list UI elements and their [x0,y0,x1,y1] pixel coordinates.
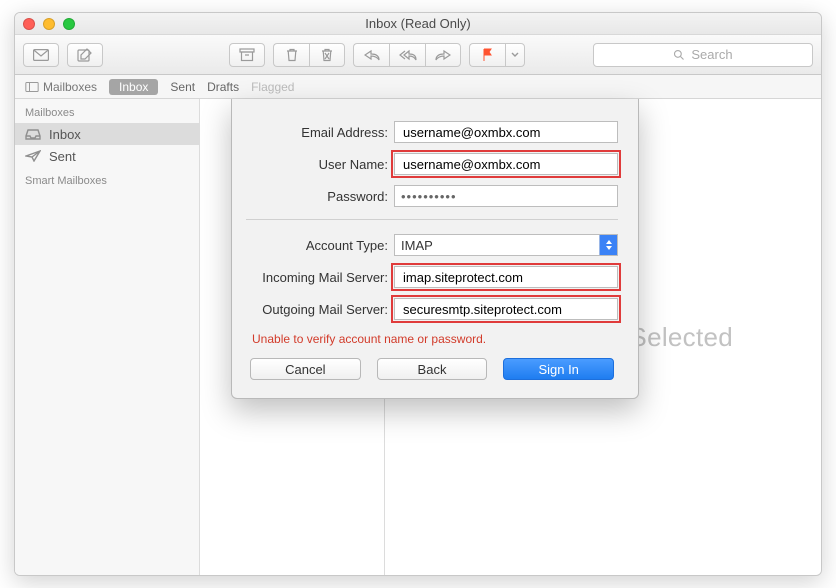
sign-in-button[interactable]: Sign In [503,358,614,380]
reply-all-icon [399,49,417,61]
titlebar: Inbox (Read Only) [15,13,821,35]
sidebar-item-label: Inbox [49,127,81,142]
archive-button[interactable] [229,43,265,67]
favorites-bar: Mailboxes Inbox Sent Drafts Flagged [15,75,821,99]
reply-all-button[interactable] [389,43,425,67]
sidebar-header-smart: Smart Mailboxes [15,167,199,195]
email-input[interactable] [401,124,611,141]
mailboxes-toggle-label: Mailboxes [43,80,97,94]
error-text: Unable to verify account name or passwor… [252,332,618,346]
sidebar: Mailboxes Inbox Sent Smart Mailboxes [15,99,200,575]
password-field[interactable]: •••••••••• [394,185,618,207]
reply-icon [364,49,380,61]
outgoing-label: Outgoing Mail Server: [246,302,394,317]
delete-button[interactable] [273,43,309,67]
mailboxes-toggle[interactable]: Mailboxes [25,80,97,94]
email-field[interactable] [394,121,618,143]
incoming-server-field[interactable] [394,266,618,288]
junk-icon [320,48,334,62]
search-input[interactable]: Search [593,43,813,67]
search-icon [673,49,685,61]
sidebar-item-label: Sent [49,149,76,164]
filter-drafts[interactable]: Drafts [207,80,239,94]
password-mask: •••••••••• [401,189,457,204]
add-account-sheet: Email Address: User Name: Password: ••••… [231,99,639,399]
forward-button[interactable] [425,43,461,67]
reply-button[interactable] [353,43,389,67]
search-placeholder: Search [691,47,732,62]
username-label: User Name: [246,157,394,172]
cancel-button[interactable]: Cancel [250,358,361,380]
account-type-value: IMAP [401,238,433,253]
incoming-server-input[interactable] [401,269,611,286]
account-type-select[interactable]: IMAP [394,234,618,256]
sidebar-item-sent[interactable]: Sent [15,145,199,167]
delete-group [273,43,345,67]
compose-button[interactable] [67,43,103,67]
incoming-label: Incoming Mail Server: [246,270,394,285]
sidebar-icon [25,82,39,92]
reply-group [353,43,461,67]
get-mail-button[interactable] [23,43,59,67]
filter-sent[interactable]: Sent [170,80,195,94]
sheet-divider [246,219,618,220]
chevron-down-icon [511,52,519,58]
flag-menu-button[interactable] [505,43,525,67]
junk-button[interactable] [309,43,345,67]
mail-window: Inbox (Read Only) [14,12,822,576]
flag-group [469,43,525,67]
toolbar: Search [15,35,821,75]
paper-plane-icon [25,150,41,162]
email-label: Email Address: [246,125,394,140]
outgoing-server-input[interactable] [401,301,611,318]
back-button[interactable]: Back [377,358,488,380]
trash-icon [285,48,299,62]
account-type-label: Account Type: [246,238,394,253]
filter-inbox[interactable]: Inbox [109,79,158,95]
sidebar-item-inbox[interactable]: Inbox [15,123,199,145]
compose-icon [77,48,93,62]
sheet-buttons: Cancel Back Sign In [246,358,618,380]
select-caret-icon [599,235,617,255]
forward-icon [435,49,451,61]
username-input[interactable] [401,156,611,173]
sidebar-header-mailboxes: Mailboxes [15,103,199,123]
username-field[interactable] [394,153,618,175]
flag-icon [481,48,495,62]
flag-button[interactable] [469,43,505,67]
password-label: Password: [246,189,394,204]
inbox-icon [25,128,41,140]
outgoing-server-field[interactable] [394,298,618,320]
window-title: Inbox (Read Only) [15,16,821,31]
filter-flagged[interactable]: Flagged [251,80,294,94]
archive-icon [239,48,255,62]
envelope-icon [33,49,49,61]
